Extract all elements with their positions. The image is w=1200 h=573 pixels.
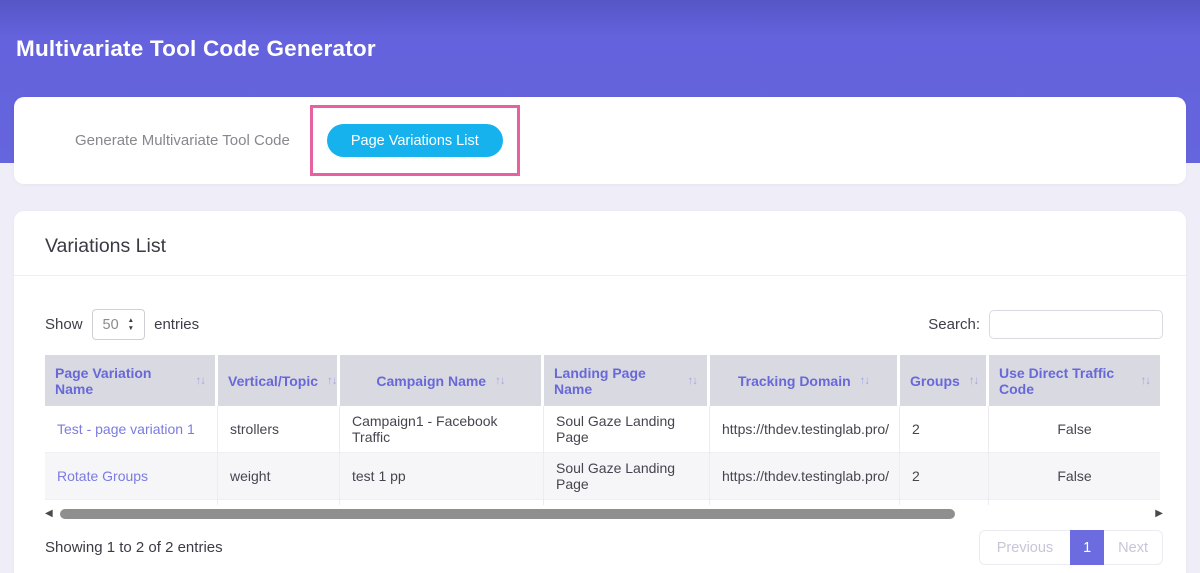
scrollbar-thumb[interactable]: [60, 509, 956, 519]
show-label: Show: [45, 316, 83, 333]
entries-summary: Showing 1 to 2 of 2 entries: [45, 539, 223, 556]
page-number-button[interactable]: 1: [1070, 530, 1105, 565]
landing-page-cell: Soul Gaze Landing Page: [544, 406, 710, 453]
entries-label: entries: [154, 316, 200, 333]
sort-icon[interactable]: ↑↓: [1141, 375, 1151, 387]
column-header-use-direct-traffic-code[interactable]: Use Direct Traffic Code ↑↓: [989, 355, 1160, 406]
page-size-select[interactable]: 50 ▲ ▼: [91, 309, 146, 340]
landing-page-cell: Soul Gaze Landing Page: [544, 453, 710, 500]
column-header-tracking-domain[interactable]: Tracking Domain ↑↓: [710, 355, 900, 406]
campaign-name-cell: Campaign1 - Facebook Traffic: [340, 406, 544, 453]
search-input[interactable]: [989, 310, 1163, 339]
highlight-annotation-box: Page Variations List: [309, 105, 520, 176]
table-row: Test - page variation 1 strollers Campai…: [45, 406, 1160, 453]
table-row: Rotate Groups weight test 1 pp Soul Gaze…: [45, 453, 1160, 500]
direct-traffic-cell: False: [989, 453, 1160, 500]
scroll-right-icon[interactable]: ▶: [1150, 509, 1163, 519]
variation-name-link[interactable]: Test - page variation 1: [45, 406, 218, 453]
variation-name-link[interactable]: Rotate Groups: [45, 453, 218, 500]
tracking-domain-cell: https://thdev.testinglab.pro/: [710, 406, 900, 453]
sort-icon[interactable]: ↑↓: [196, 375, 206, 387]
variations-table: Page Variation Name ↑↓ Vertical/Topic ↑↓ C…: [45, 355, 1160, 505]
table-header-row: Page Variation Name ↑↓ Vertical/Topic ↑↓ C…: [45, 355, 1160, 406]
column-header-groups[interactable]: Groups ↑↓: [900, 355, 989, 406]
direct-traffic-cell: False: [989, 406, 1160, 453]
next-page-button[interactable]: Next: [1104, 530, 1163, 565]
groups-cell: 2: [900, 453, 989, 500]
column-header-page-variation-name[interactable]: Page Variation Name ↑↓: [45, 355, 218, 406]
sort-icon[interactable]: ↑↓: [688, 375, 698, 387]
campaign-name-cell: test 1 pp: [340, 453, 544, 500]
table-scroll-container: Page Variation Name ↑↓ Vertical/Topic ↑↓ C…: [45, 355, 1163, 505]
page-size-value: 50: [102, 316, 119, 333]
page-size-group: Show 50 ▲ ▼ entries: [45, 309, 199, 340]
sort-icon[interactable]: ↑↓: [327, 375, 337, 387]
vertical-topic-cell: weight: [218, 453, 340, 500]
panel-title-row: Variations List: [14, 211, 1186, 276]
tab-page-variations-list-button[interactable]: Page Variations List: [326, 124, 503, 157]
table-footer: Showing 1 to 2 of 2 entries Previous 1 N…: [45, 530, 1163, 565]
page-title: Multivariate Tool Code Generator: [16, 36, 376, 61]
column-header-vertical-topic[interactable]: Vertical/Topic ↑↓: [218, 355, 340, 406]
tab-generate-code[interactable]: Generate Multivariate Tool Code: [75, 132, 290, 149]
sort-icon[interactable]: ↑↓: [969, 375, 979, 387]
panel-title: Variations List: [45, 235, 167, 257]
search-group: Search:: [928, 310, 1163, 339]
scrollbar-track[interactable]: [58, 509, 1150, 519]
variations-list-card: Variations List Show 50 ▲ ▼ entries Sear…: [14, 211, 1186, 573]
table-stub-row: [45, 500, 1160, 505]
search-label: Search:: [928, 316, 980, 333]
scroll-left-icon[interactable]: ◀: [45, 509, 58, 519]
sort-icon[interactable]: ↑↓: [495, 375, 505, 387]
previous-page-button[interactable]: Previous: [978, 530, 1071, 565]
sort-icon[interactable]: ↑↓: [860, 375, 870, 387]
pagination: Previous 1 Next: [978, 530, 1163, 565]
vertical-topic-cell: strollers: [218, 406, 340, 453]
groups-cell: 2: [900, 406, 989, 453]
tabs-card: Generate Multivariate Tool Code Page Var…: [14, 97, 1186, 184]
column-header-campaign-name[interactable]: Campaign Name ↑↓: [340, 355, 544, 406]
horizontal-scrollbar[interactable]: ◀ ▶: [45, 507, 1163, 521]
table-controls: Show 50 ▲ ▼ entries Search:: [45, 309, 1163, 340]
column-header-landing-page-name[interactable]: Landing Page Name ↑↓: [544, 355, 710, 406]
tracking-domain-cell: https://thdev.testinglab.pro/: [710, 453, 900, 500]
select-updown-icon: ▲ ▼: [127, 317, 135, 332]
